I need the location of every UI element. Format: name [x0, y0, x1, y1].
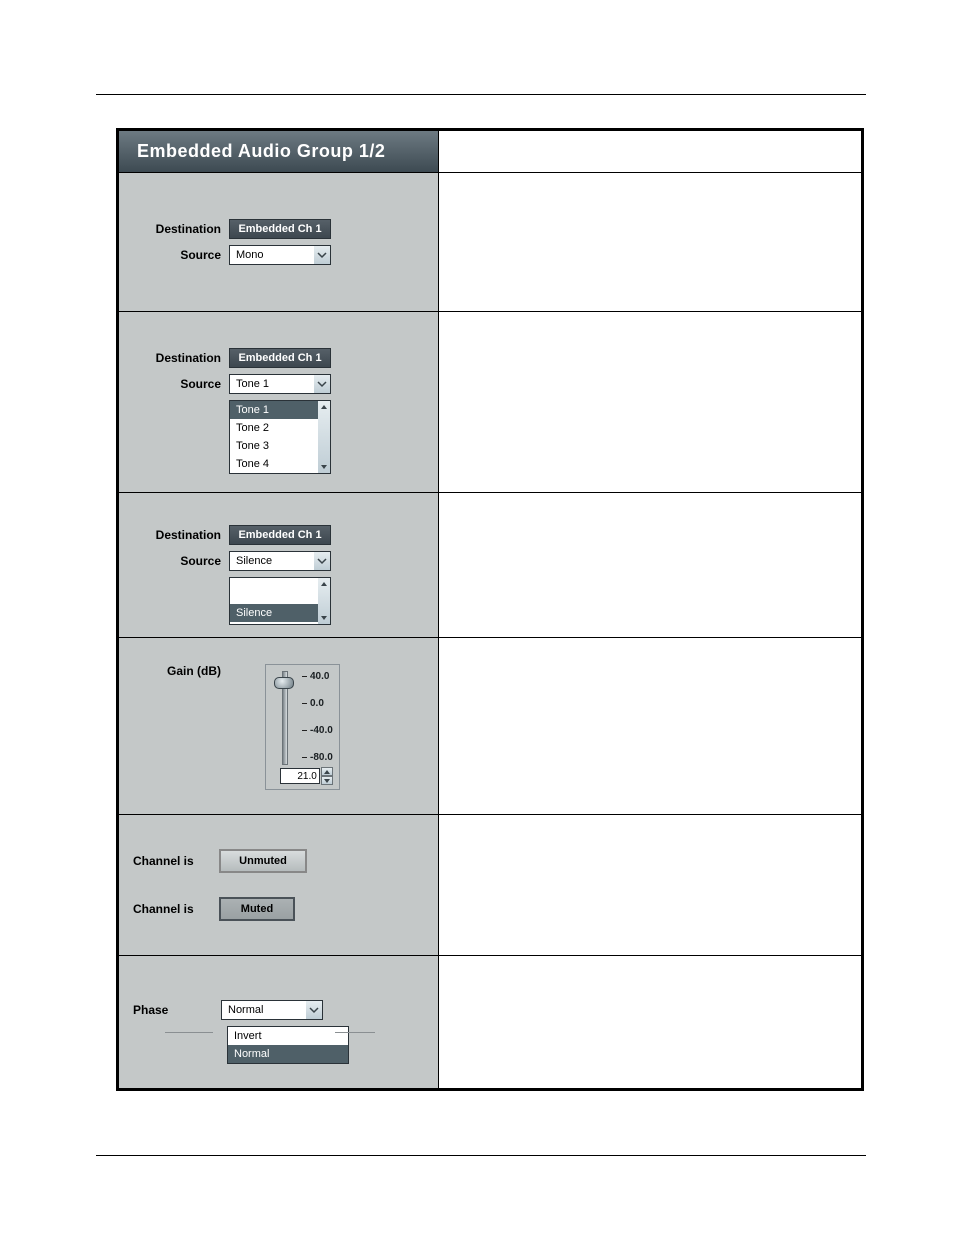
- destination-label: Destination: [133, 528, 229, 542]
- phase-value: Normal: [222, 1004, 306, 1016]
- tick-minus80: -80.0: [302, 752, 333, 763]
- row5-right: [439, 815, 861, 955]
- panel-gain: Gain (dB) 40.0: [119, 638, 438, 814]
- source-options-list[interactable]: Silence: [229, 577, 331, 625]
- destination-field: Embedded Ch 1: [229, 219, 331, 239]
- destination-value: Embedded Ch 1: [238, 352, 321, 364]
- muted-button[interactable]: Muted: [219, 897, 295, 921]
- bottom-rule: [96, 1155, 866, 1156]
- panel-phase: Phase Normal Invert Normal: [119, 956, 438, 1088]
- option-tone-4[interactable]: Tone 4: [230, 455, 330, 473]
- phase-label: Phase: [133, 1003, 221, 1017]
- gain-label: Gain (dB): [133, 664, 229, 790]
- unmuted-button[interactable]: Unmuted: [219, 849, 307, 873]
- page: Embedded Audio Group 1/2 Destination Emb…: [0, 0, 954, 1235]
- panel-header: Embedded Audio Group 1/2: [119, 131, 438, 172]
- gain-slider-frame: 40.0 0.0 -40.0 -80.0 21.0: [265, 664, 340, 790]
- destination-value: Embedded Ch 1: [238, 223, 321, 235]
- option-tone-3[interactable]: Tone 3: [230, 437, 330, 455]
- option-normal[interactable]: Normal: [228, 1045, 348, 1063]
- scroll-up-icon[interactable]: [318, 401, 330, 413]
- gain-slider[interactable]: [272, 671, 298, 763]
- row1-right: [439, 173, 861, 311]
- row4-right: [439, 638, 861, 814]
- source-label: Source: [133, 554, 229, 568]
- source-value: Silence: [230, 555, 314, 567]
- scroll-down-icon[interactable]: [318, 612, 330, 624]
- scroll-up-icon[interactable]: [318, 578, 330, 590]
- header-cell: Embedded Audio Group 1/2: [119, 131, 439, 172]
- scrollbar[interactable]: [318, 401, 330, 473]
- option-tone-2[interactable]: Tone 2: [230, 419, 330, 437]
- table: Embedded Audio Group 1/2 Destination Emb…: [116, 128, 864, 1091]
- spinner-up-icon[interactable]: [321, 767, 333, 776]
- chevron-down-icon: [314, 246, 330, 264]
- source-select[interactable]: Tone 1: [229, 374, 331, 394]
- source-label: Source: [133, 377, 229, 391]
- destination-label: Destination: [133, 222, 229, 236]
- panel-tone-options: Destination Embedded Ch 1 Source Tone 1 …: [119, 312, 438, 492]
- gain-spinner: 21.0: [272, 767, 333, 785]
- row2-right: [439, 312, 861, 492]
- tick-0: 0.0: [302, 698, 333, 709]
- scrollbar[interactable]: [318, 578, 330, 624]
- chevron-down-icon: [314, 552, 330, 570]
- option-invert[interactable]: Invert: [228, 1027, 348, 1045]
- panel-dest-source-mono: Destination Embedded Ch 1 Source Mono: [119, 173, 438, 311]
- tick-minus40: -40.0: [302, 725, 333, 736]
- chevron-down-icon: [306, 1001, 322, 1019]
- channel-is-label: Channel is: [133, 854, 219, 868]
- option-silence[interactable]: Silence: [230, 604, 330, 622]
- destination-field: Embedded Ch 1: [229, 525, 331, 545]
- panel-silence: Destination Embedded Ch 1 Source Silence: [119, 493, 438, 637]
- channel-is-label: Channel is: [133, 902, 219, 916]
- source-label: Source: [133, 248, 229, 262]
- row6-right: [439, 956, 861, 1088]
- spinner-down-icon[interactable]: [321, 776, 333, 785]
- tick-40: 40.0: [302, 671, 333, 682]
- source-value: Mono: [230, 249, 314, 261]
- gain-value[interactable]: 21.0: [280, 768, 320, 784]
- phase-select[interactable]: Normal: [221, 1000, 323, 1020]
- source-select[interactable]: Mono: [229, 245, 331, 265]
- panel-mute: Channel is Unmuted Channel is Muted: [119, 815, 438, 955]
- destination-label: Destination: [133, 351, 229, 365]
- destination-value: Embedded Ch 1: [238, 529, 321, 541]
- source-select[interactable]: Silence: [229, 551, 331, 571]
- phase-options-list[interactable]: Invert Normal: [227, 1026, 349, 1064]
- callout-line: [335, 1032, 375, 1033]
- source-value: Tone 1: [230, 378, 314, 390]
- destination-field: Embedded Ch 1: [229, 348, 331, 368]
- scroll-down-icon[interactable]: [318, 461, 330, 473]
- callout-line: [165, 1032, 213, 1033]
- option-tone-1[interactable]: Tone 1: [230, 401, 330, 419]
- chevron-down-icon: [314, 375, 330, 393]
- muted-button-label: Muted: [241, 903, 273, 915]
- row3-right: [439, 493, 861, 637]
- header-right-cell: [439, 131, 861, 172]
- source-options-list[interactable]: Tone 1 Tone 2 Tone 3 Tone 4: [229, 400, 331, 474]
- slider-ticks: 40.0 0.0 -40.0 -80.0: [302, 671, 333, 763]
- unmuted-button-label: Unmuted: [239, 855, 287, 867]
- slider-thumb[interactable]: [274, 677, 294, 689]
- top-rule: [96, 94, 866, 95]
